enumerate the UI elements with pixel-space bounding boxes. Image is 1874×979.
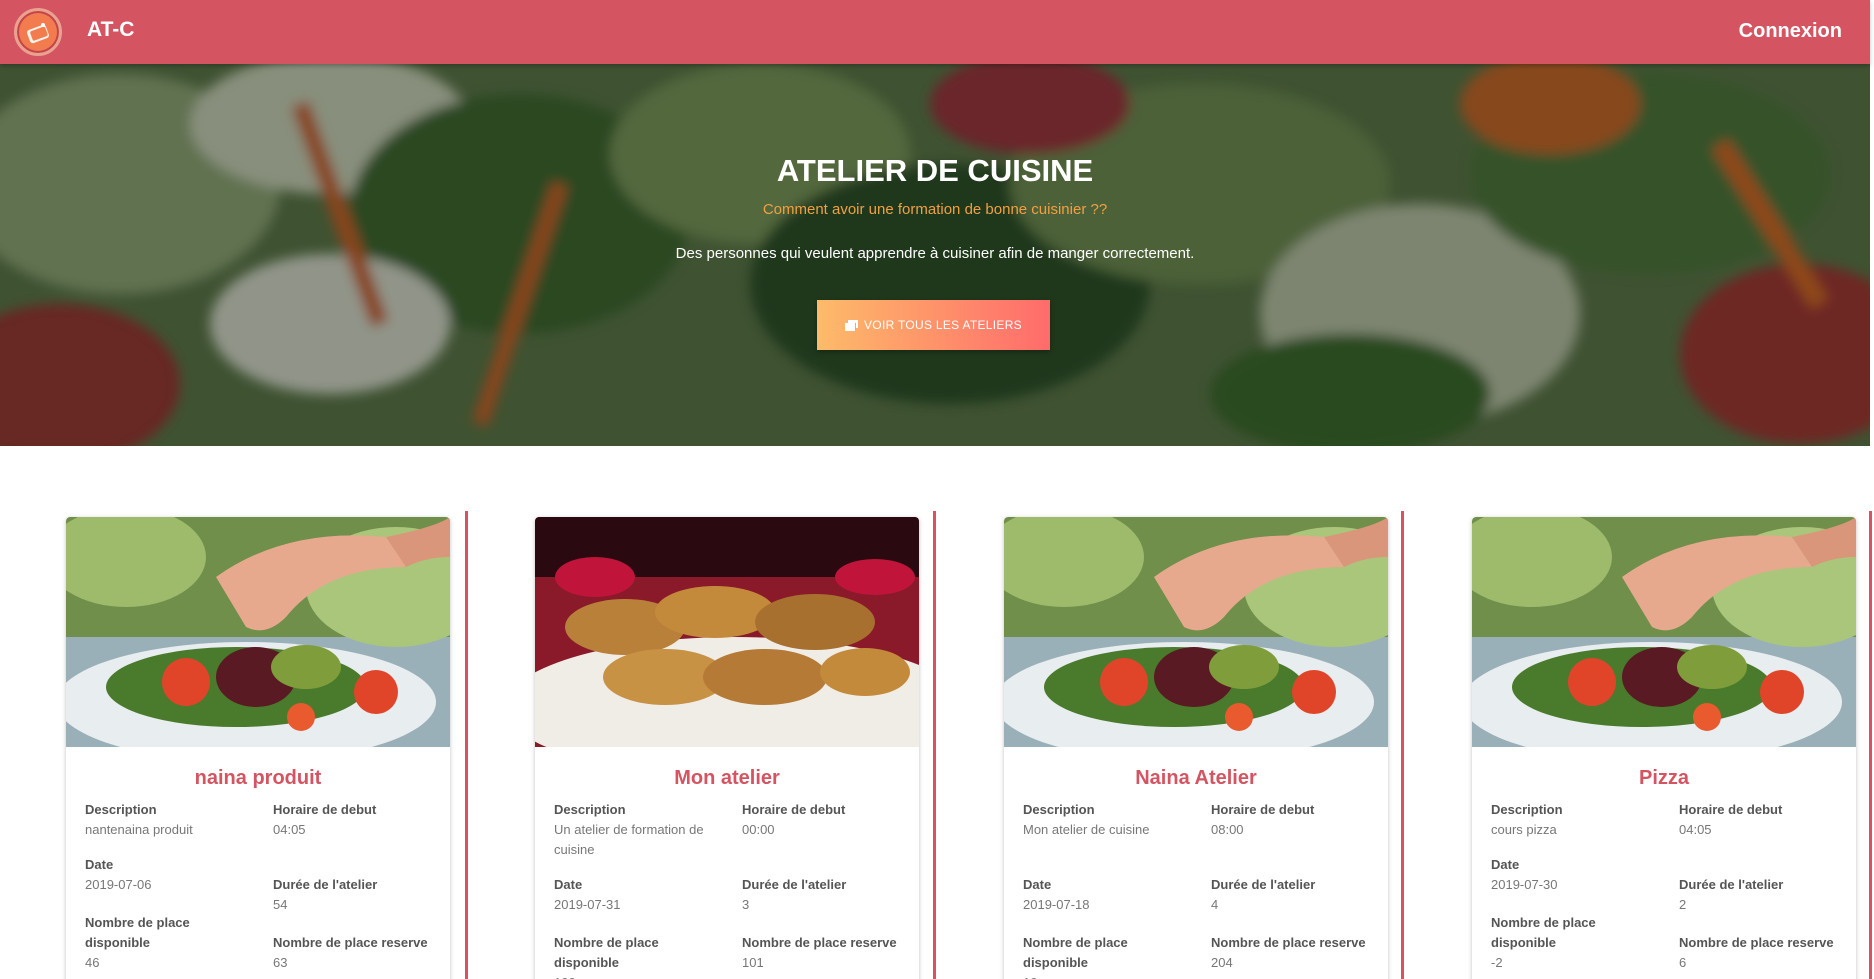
field-value: -2: [1491, 955, 1503, 970]
field-label: Nombre de place reserve: [273, 935, 428, 950]
field-label: Date: [554, 877, 583, 892]
view-all-workshops-label: VOIR TOUS LES ATELIERS: [864, 318, 1022, 332]
field-label: Description: [1491, 802, 1563, 817]
field-value: 100: [554, 973, 724, 979]
field-place-dispo: Nombre de place disponible 46: [85, 913, 255, 973]
hero-description: Des personnes qui veulent apprendre à cu…: [675, 245, 1195, 262]
workshop-title[interactable]: Mon atelier: [535, 767, 919, 790]
field-label: Durée de l'atelier: [273, 877, 378, 892]
field-place-dispo: Nombre de place disponible -2: [1491, 913, 1661, 973]
workshop-card[interactable]: naina produit Description nantenaina produ…: [66, 517, 450, 979]
field-horaire: Horaire de debut 04:05: [1679, 800, 1849, 840]
field-value: 6: [1679, 955, 1687, 970]
field-value: cours pizza: [1491, 822, 1557, 837]
workshop-title[interactable]: naina produit: [66, 767, 450, 790]
field-horaire: Horaire de debut 08:00: [1211, 800, 1381, 840]
field-date: Date 2019-07-31: [554, 875, 724, 915]
field-value: 101: [742, 955, 764, 970]
field-value: 2019-07-31: [554, 897, 621, 912]
field-value: 204: [1211, 955, 1233, 970]
field-place-reserve: Nombre de place reserve 204: [1211, 933, 1381, 973]
field-label: Nombre de place disponible: [1023, 935, 1128, 970]
card-divider: [933, 511, 936, 979]
connexion-link[interactable]: Connexion: [1739, 20, 1842, 43]
field-value: 10: [1023, 973, 1193, 979]
workshop-card[interactable]: Mon atelier Description Un atelier de form…: [535, 517, 919, 979]
field-duree: Durée de l'atelier 2: [1679, 875, 1849, 915]
field-label: Nombre de place reserve: [1679, 935, 1834, 950]
field-label: Nombre de place disponible: [85, 915, 190, 950]
field-label: Description: [554, 802, 626, 817]
field-label: Horaire de debut: [1679, 802, 1783, 817]
workshop-card[interactable]: Naina Atelier Description Mon atelier de c…: [1004, 517, 1388, 979]
field-value: 63: [273, 955, 288, 970]
field-value: 08:00: [1211, 822, 1244, 837]
hero-banner: ATELIER DE CUISINE Comment avoir une for…: [0, 64, 1870, 446]
field-label: Date: [85, 857, 114, 872]
field-value: 3: [742, 897, 750, 912]
field-label: Nombre de place disponible: [1491, 915, 1596, 950]
logo-icon[interactable]: [14, 8, 62, 56]
field-label: Horaire de debut: [1211, 802, 1315, 817]
field-value: 2: [1679, 897, 1687, 912]
field-label: Description: [1023, 802, 1095, 817]
brand-name[interactable]: AT-C: [87, 18, 134, 42]
field-value: 00:00: [742, 822, 775, 837]
field-horaire: Horaire de debut 04:05: [273, 800, 443, 840]
card-divider: [1869, 511, 1872, 979]
field-label: Description: [85, 802, 157, 817]
workshop-image: [1472, 517, 1856, 747]
field-date: Date 2019-07-30: [1491, 855, 1661, 895]
field-label: Horaire de debut: [742, 802, 846, 817]
field-label: Durée de l'atelier: [742, 877, 847, 892]
workshop-title[interactable]: Pizza: [1472, 767, 1856, 790]
field-value: 04:05: [1679, 822, 1712, 837]
field-horaire: Horaire de debut 00:00: [742, 800, 912, 840]
field-value: 2019-07-18: [1023, 897, 1090, 912]
field-value: 54: [273, 897, 288, 912]
field-place-reserve: Nombre de place reserve 101: [742, 933, 912, 973]
view-all-workshops-button[interactable]: VOIR TOUS LES ATELIERS: [817, 300, 1050, 350]
field-duree: Durée de l'atelier 54: [273, 875, 443, 915]
field-description: Description Un atelier de formation de cu…: [554, 800, 724, 860]
field-value: nantenaina produit: [85, 822, 193, 837]
field-label: Date: [1491, 857, 1520, 872]
field-date: Date 2019-07-06: [85, 855, 255, 895]
hero-subtitle: Comment avoir une formation de bonne cui…: [762, 201, 1108, 218]
workshop-card[interactable]: Pizza Description cours pizza Horaire de de…: [1472, 517, 1856, 979]
field-place-dispo: Nombre de place disponible 100: [554, 933, 724, 979]
field-value: 2019-07-06: [85, 877, 152, 892]
field-label: Durée de l'atelier: [1679, 877, 1784, 892]
field-label: Horaire de debut: [273, 802, 377, 817]
field-description: Description Mon atelier de cuisine: [1023, 800, 1193, 840]
field-value: 46: [85, 955, 100, 970]
field-place-dispo: Nombre de place disponible 10: [1023, 933, 1193, 979]
field-value: 4: [1211, 897, 1219, 912]
field-date: Date 2019-07-18: [1023, 875, 1193, 915]
card-divider: [465, 511, 468, 979]
navbar: AT-C Connexion: [0, 0, 1870, 64]
field-duree: Durée de l'atelier 3: [742, 875, 912, 915]
workshop-title[interactable]: Naina Atelier: [1004, 767, 1388, 790]
workshop-image: [535, 517, 919, 747]
workshop-image: [1004, 517, 1388, 747]
field-label: Nombre de place reserve: [742, 935, 897, 950]
field-label: Nombre de place disponible: [554, 935, 659, 970]
card-divider: [1401, 511, 1404, 979]
field-value: 2019-07-30: [1491, 877, 1558, 892]
field-label: Date: [1023, 877, 1052, 892]
field-value: Mon atelier de cuisine: [1023, 822, 1150, 837]
field-description: Description nantenaina produit: [85, 800, 255, 840]
field-label: Nombre de place reserve: [1211, 935, 1366, 950]
field-label: Durée de l'atelier: [1211, 877, 1316, 892]
hero-title: ATELIER DE CUISINE: [776, 153, 1094, 188]
field-description: Description cours pizza: [1491, 800, 1661, 840]
field-value: Un atelier de formation de cuisine: [554, 822, 704, 857]
library-icon: [845, 319, 858, 331]
field-value: 04:05: [273, 822, 306, 837]
field-place-reserve: Nombre de place reserve 6: [1679, 933, 1849, 973]
field-place-reserve: Nombre de place reserve 63: [273, 933, 443, 973]
field-duree: Durée de l'atelier 4: [1211, 875, 1381, 915]
workshop-image: [66, 517, 450, 747]
